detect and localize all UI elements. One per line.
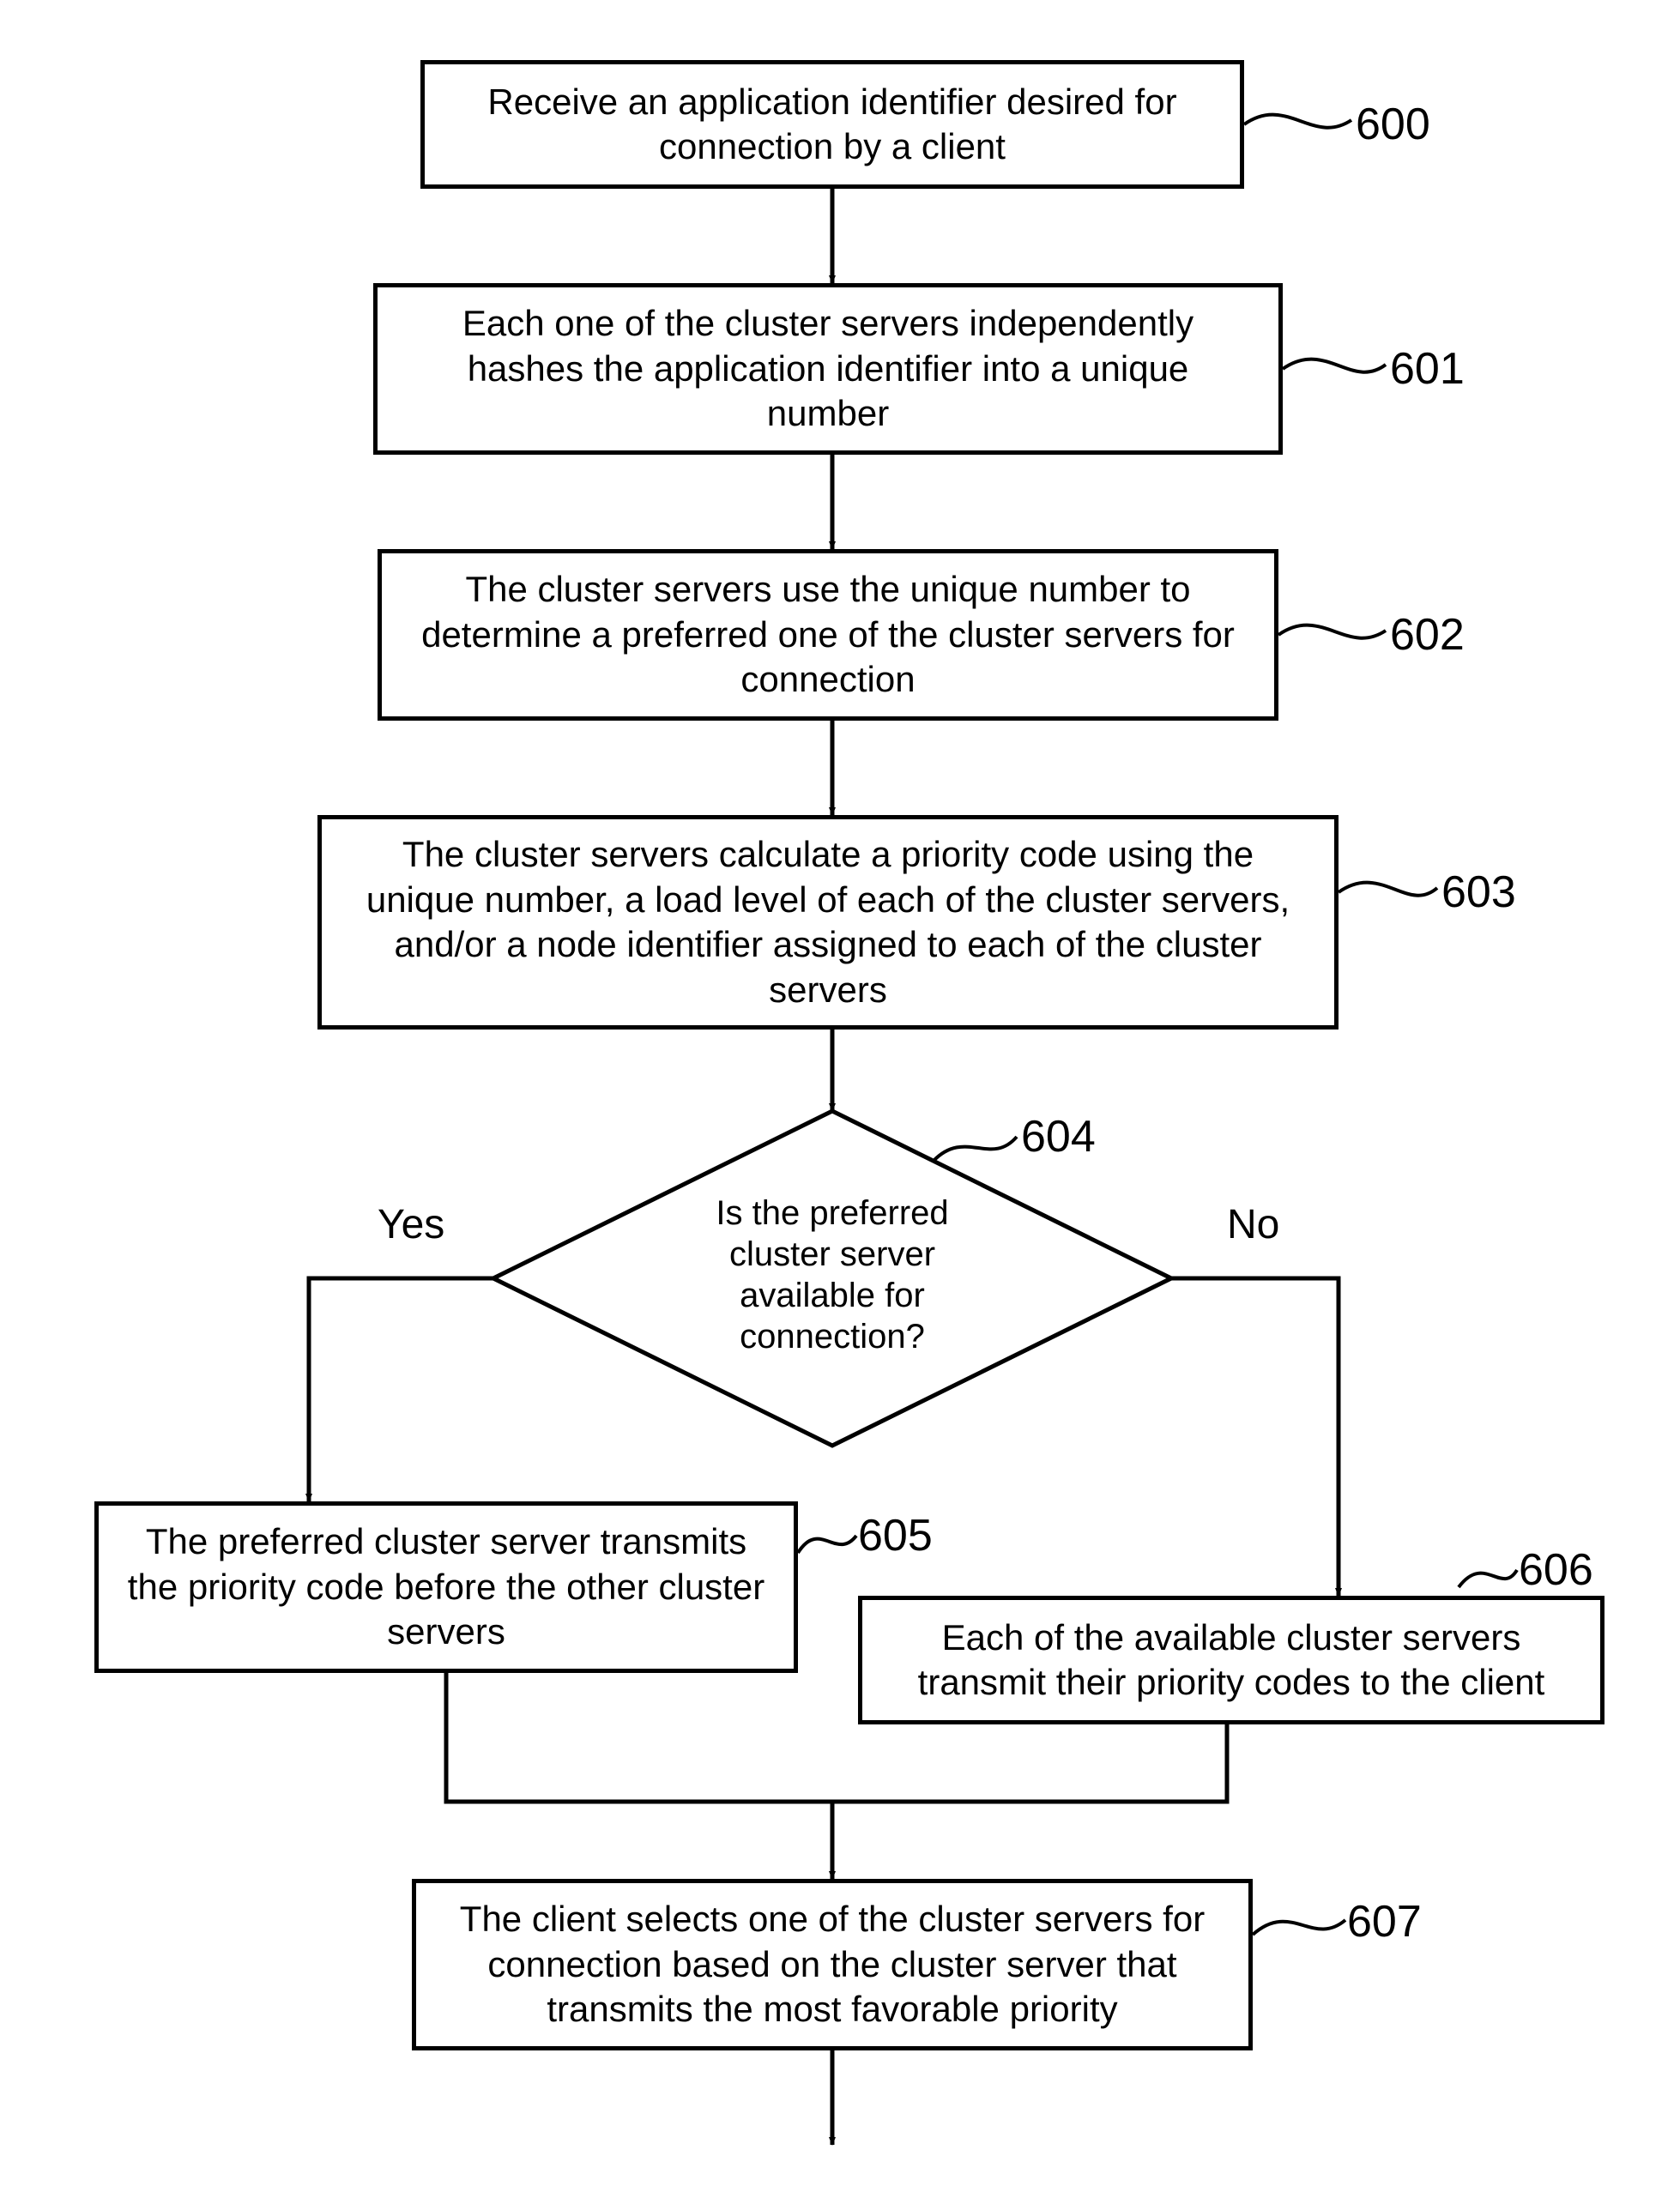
branch-no: No (1227, 1201, 1279, 1248)
step-605-text: The preferred cluster server transmits t… (124, 1519, 768, 1655)
label-604: 604 (1021, 1111, 1096, 1162)
step-603-text: The cluster servers calculate a priority… (347, 832, 1308, 1012)
step-605: The preferred cluster server transmits t… (94, 1501, 798, 1673)
step-607-text: The client selects one of the cluster se… (442, 1897, 1223, 2032)
step-600: Receive an application identifier desire… (420, 60, 1244, 189)
label-605: 605 (858, 1510, 933, 1561)
step-600-text: Receive an application identifier desire… (450, 80, 1214, 170)
step-606-text: Each of the available cluster servers tr… (888, 1615, 1574, 1706)
decision-604-text-span: Is the preferred cluster server availabl… (716, 1194, 948, 1356)
label-602: 602 (1390, 609, 1465, 661)
branch-yes: Yes (378, 1201, 444, 1248)
step-606: Each of the available cluster servers tr… (858, 1596, 1604, 1724)
decision-604-text: Is the preferred cluster server availabl… (678, 1193, 987, 1357)
label-606: 606 (1519, 1544, 1593, 1596)
step-602: The cluster servers use the unique numbe… (378, 549, 1278, 721)
step-601-text: Each one of the cluster servers independ… (403, 301, 1253, 437)
step-607: The client selects one of the cluster se… (412, 1879, 1253, 2050)
step-601: Each one of the cluster servers independ… (373, 283, 1283, 455)
label-607: 607 (1347, 1896, 1422, 1947)
step-603: The cluster servers calculate a priority… (317, 815, 1339, 1030)
step-602-text: The cluster servers use the unique numbe… (408, 567, 1248, 703)
label-601: 601 (1390, 343, 1465, 395)
label-603: 603 (1441, 867, 1516, 918)
label-600: 600 (1356, 99, 1430, 150)
